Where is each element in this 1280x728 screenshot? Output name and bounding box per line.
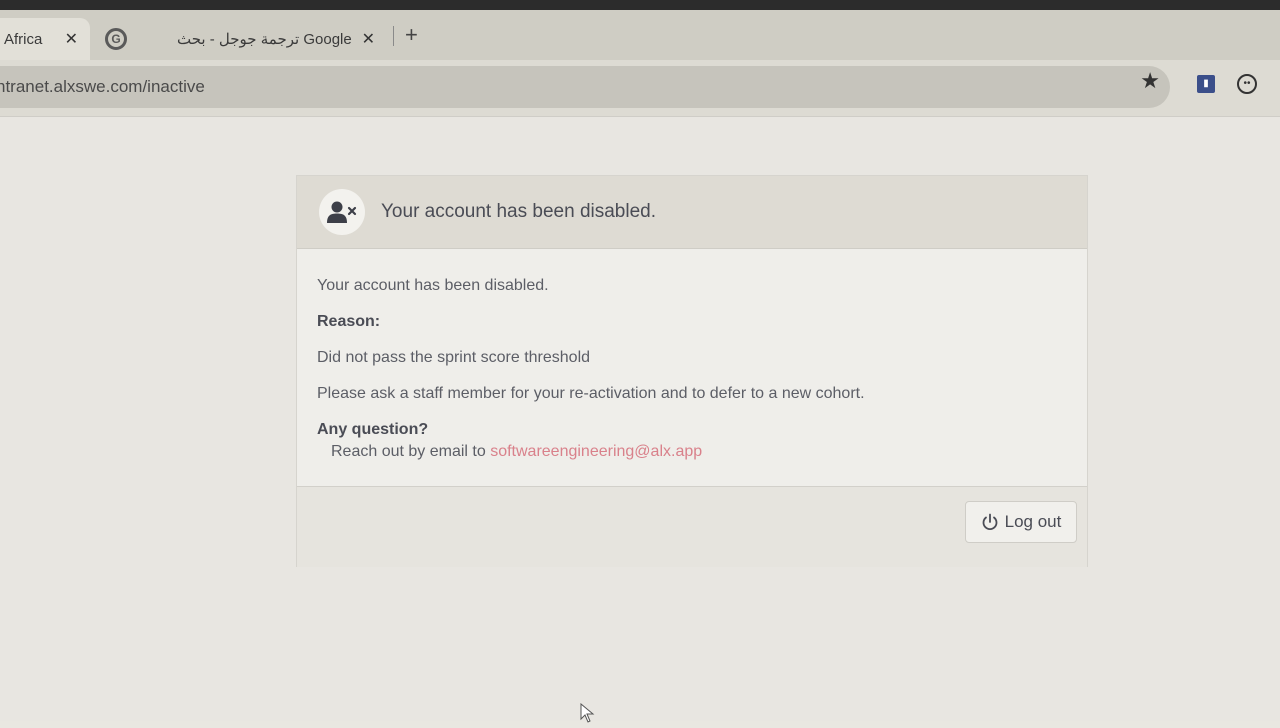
screen-top-edge bbox=[0, 0, 1280, 10]
card-header: Your account has been disabled. bbox=[297, 176, 1087, 249]
user-disabled-icon bbox=[319, 189, 365, 235]
tab-separator bbox=[393, 26, 394, 46]
card-body: Your account has been disabled. Reason: … bbox=[297, 249, 1087, 485]
logout-button[interactable]: Log out bbox=[965, 501, 1077, 543]
instructions-text: Please ask a staff member for your re-ac… bbox=[317, 385, 865, 402]
browser-toolbar: ntranet.alxswe.com/inactive ★ ▮ •• bbox=[0, 60, 1280, 116]
tab-africa[interactable]: Africa ✕ bbox=[0, 18, 90, 60]
contact-line: Reach out by email to softwareengineerin… bbox=[317, 443, 1067, 461]
reason-label: Reason: bbox=[317, 313, 381, 330]
contact-prefix: Reach out by email to bbox=[331, 443, 486, 460]
address-url: ntranet.alxswe.com/inactive bbox=[0, 77, 205, 96]
extension-icon[interactable]: ▮ bbox=[1197, 75, 1215, 93]
question-label: Any question? bbox=[317, 421, 429, 438]
reason-text: Did not pass the sprint score threshold bbox=[317, 349, 591, 366]
card-title: Your account has been disabled. bbox=[381, 201, 657, 222]
mouse-cursor-icon bbox=[580, 702, 596, 728]
page-content: Your account has been disabled. Your acc… bbox=[0, 116, 1280, 723]
tab-label: Google ترجمة جوجل - بحث bbox=[177, 31, 352, 48]
browser-tab-strip: Africa ✕ G Google ترجمة جوجل - بحث ✕ + bbox=[0, 10, 1280, 60]
power-icon bbox=[981, 513, 999, 531]
profile-icon[interactable]: •• bbox=[1237, 74, 1257, 94]
logout-label: Log out bbox=[1004, 512, 1062, 531]
new-tab-button[interactable]: + bbox=[405, 22, 418, 48]
disabled-message: Your account has been disabled. bbox=[317, 277, 549, 294]
star-icon[interactable]: ★ bbox=[1140, 68, 1160, 94]
tab-close-icon[interactable]: ✕ bbox=[65, 29, 78, 49]
tab-google-translate[interactable]: G Google ترجمة جوجل - بحث ✕ bbox=[105, 18, 385, 60]
email-link[interactable]: softwareengineering@alx.app bbox=[490, 443, 702, 460]
card-footer: Log out bbox=[297, 486, 1087, 567]
google-icon: G bbox=[105, 28, 127, 50]
account-disabled-card: Your account has been disabled. Your acc… bbox=[296, 175, 1088, 567]
address-bar[interactable]: ntranet.alxswe.com/inactive bbox=[0, 66, 1170, 108]
tab-close-icon[interactable]: ✕ bbox=[362, 29, 375, 49]
tab-label: Africa bbox=[4, 30, 43, 48]
